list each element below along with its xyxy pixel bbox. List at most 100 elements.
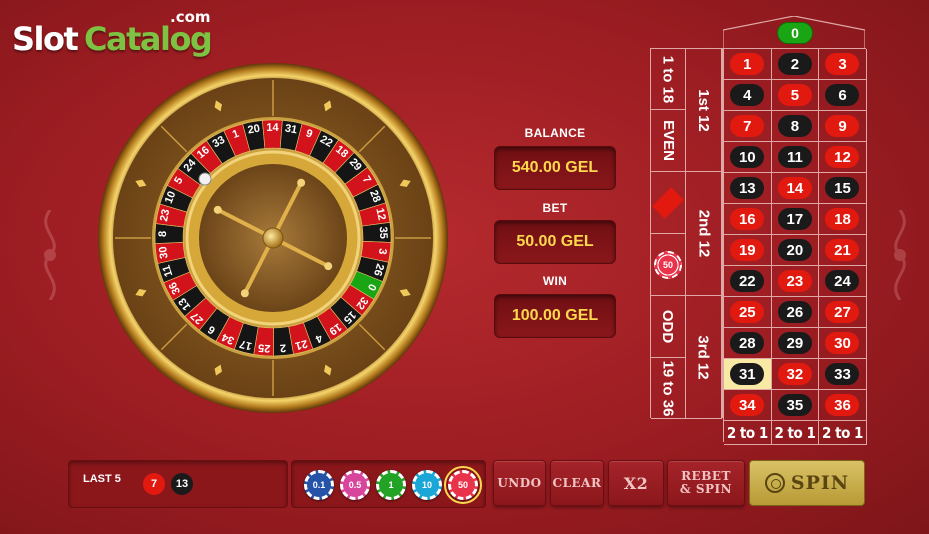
- number-cell[interactable]: 35: [771, 390, 820, 421]
- number-cell[interactable]: 18: [819, 204, 867, 235]
- number-cell[interactable]: 15: [819, 173, 867, 204]
- bet-label: BET: [542, 201, 568, 215]
- number-cell[interactable]: 12: [819, 142, 867, 173]
- bet-1-to-18-label: 1 to 18: [659, 55, 677, 103]
- number-cell[interactable]: 13: [724, 173, 772, 204]
- number-cell[interactable]: 36: [819, 390, 867, 421]
- number-label: 28: [730, 332, 765, 354]
- logo-dotcom-text: .com: [170, 8, 211, 26]
- number-cell[interactable]: 30: [819, 328, 867, 359]
- number-label: 23: [777, 270, 812, 292]
- chip-10[interactable]: 10: [412, 470, 442, 500]
- bet-2-to-1-column[interactable]: 2 to 1: [771, 421, 820, 445]
- number-cell[interactable]: 1: [724, 49, 772, 80]
- number-cell[interactable]: 24: [819, 266, 867, 297]
- chip-1[interactable]: 1: [376, 470, 406, 500]
- wheel-pocket-number: 25: [258, 341, 271, 354]
- bet-2nd-12[interactable]: 2nd 12: [686, 172, 722, 296]
- number-label: 19: [730, 239, 765, 261]
- last-5-panel: LAST 5 7 13: [68, 460, 288, 508]
- bet-odd-label: ODD: [659, 309, 677, 344]
- bet-1st-12[interactable]: 1st 12: [686, 49, 722, 172]
- x2-button[interactable]: X2: [608, 460, 664, 506]
- number-label: 8: [777, 115, 812, 137]
- undo-button[interactable]: UNDO: [493, 460, 546, 506]
- number-label: 36: [825, 394, 860, 416]
- bet-1st-12-label: 1st 12: [695, 88, 713, 132]
- number-cell[interactable]: 7: [724, 111, 772, 142]
- zero-number[interactable]: 0: [777, 22, 813, 44]
- right-ornament-icon: [894, 210, 906, 300]
- placed-chip: 50: [654, 250, 682, 279]
- last-result-ball: 13: [171, 473, 193, 495]
- turret-knob: [213, 205, 222, 214]
- clear-button[interactable]: CLEAR: [550, 460, 604, 506]
- bet-3rd-12-label: 3rd 12: [695, 334, 713, 380]
- number-cell[interactable]: 3: [819, 49, 867, 80]
- chip-0-1[interactable]: 0.1: [304, 470, 334, 500]
- number-cell[interactable]: 11: [771, 142, 820, 173]
- turret-knob: [297, 178, 306, 187]
- bet-3rd-12[interactable]: 3rd 12: [686, 296, 722, 419]
- number-cell[interactable]: 27: [819, 297, 867, 328]
- number-cell[interactable]: 33: [819, 359, 867, 390]
- bet-2-to-1-column[interactable]: 2 to 1: [724, 421, 772, 445]
- spin-button[interactable]: SPIN: [749, 460, 865, 506]
- number-cell[interactable]: 32: [771, 359, 820, 390]
- wheel-pocket-number: 14: [266, 122, 279, 134]
- number-cell[interactable]: 6: [819, 80, 867, 111]
- number-label: 9: [825, 115, 860, 137]
- win-value: 100.00 GEL: [494, 294, 616, 338]
- number-cell[interactable]: 8: [771, 111, 820, 142]
- two-to-one-label: 2 to 1: [822, 423, 863, 442]
- bet-black[interactable]: 50: [651, 234, 686, 296]
- number-cell[interactable]: 4: [724, 80, 772, 111]
- bet-2nd-12-label: 2nd 12: [695, 209, 712, 258]
- number-cell[interactable]: 21: [819, 235, 867, 266]
- number-label: 18: [825, 208, 860, 230]
- number-cell[interactable]: 25: [724, 297, 772, 328]
- bet-2-to-1-column[interactable]: 2 to 1: [819, 421, 867, 445]
- bet-red[interactable]: [651, 172, 686, 234]
- wheel-pocket-number: 23: [158, 208, 172, 222]
- number-cell[interactable]: 23: [771, 266, 820, 297]
- number-label: 32: [777, 363, 812, 385]
- number-cell[interactable]: 16: [724, 204, 772, 235]
- number-cell[interactable]: 17: [771, 204, 820, 235]
- chip-50[interactable]: 50: [444, 466, 482, 504]
- number-cell[interactable]: 26: [771, 297, 820, 328]
- number-cell[interactable]: 34: [724, 390, 772, 421]
- number-label: 5: [777, 84, 812, 106]
- number-label: 7: [730, 115, 765, 137]
- number-cell[interactable]: 29: [771, 328, 820, 359]
- number-cell[interactable]: 14: [771, 173, 820, 204]
- bet-19-to-36[interactable]: 19 to 36: [651, 358, 686, 419]
- number-cell[interactable]: 10: [724, 142, 772, 173]
- number-label: 11: [777, 146, 812, 168]
- number-label: 4: [730, 84, 765, 106]
- bet-value: 50.00 GEL: [494, 220, 616, 264]
- last-5-label: LAST 5: [83, 473, 121, 485]
- number-label: 6: [825, 84, 860, 106]
- rebet-spin-button[interactable]: REBET & SPIN: [667, 460, 745, 506]
- even-money-column: 1 to 18 EVEN 50 ODD 19 to 36: [650, 48, 686, 419]
- number-cell[interactable]: 9: [819, 111, 867, 142]
- bet-odd[interactable]: ODD: [651, 296, 686, 358]
- turret-knob: [240, 289, 249, 298]
- number-cell[interactable]: 19: [724, 235, 772, 266]
- number-cell[interactable]: 22: [724, 266, 772, 297]
- chip-0-5[interactable]: 0.5: [340, 470, 370, 500]
- number-cell[interactable]: 5: [771, 80, 820, 111]
- number-label: 14: [777, 177, 812, 199]
- number-cell[interactable]: 2: [771, 49, 820, 80]
- bet-1-to-18[interactable]: 1 to 18: [651, 49, 686, 110]
- number-cell[interactable]: 31: [724, 359, 772, 390]
- left-ornament-icon: [44, 210, 56, 300]
- number-cell[interactable]: 20: [771, 235, 820, 266]
- wheel-pocket-number: 8: [157, 231, 169, 238]
- bet-19-to-36-label: 19 to 36: [659, 360, 677, 416]
- number-cell[interactable]: 28: [724, 328, 772, 359]
- roulette-ball: [198, 172, 212, 186]
- and-spin-label: & SPIN: [679, 482, 733, 496]
- bet-even[interactable]: EVEN: [651, 110, 686, 172]
